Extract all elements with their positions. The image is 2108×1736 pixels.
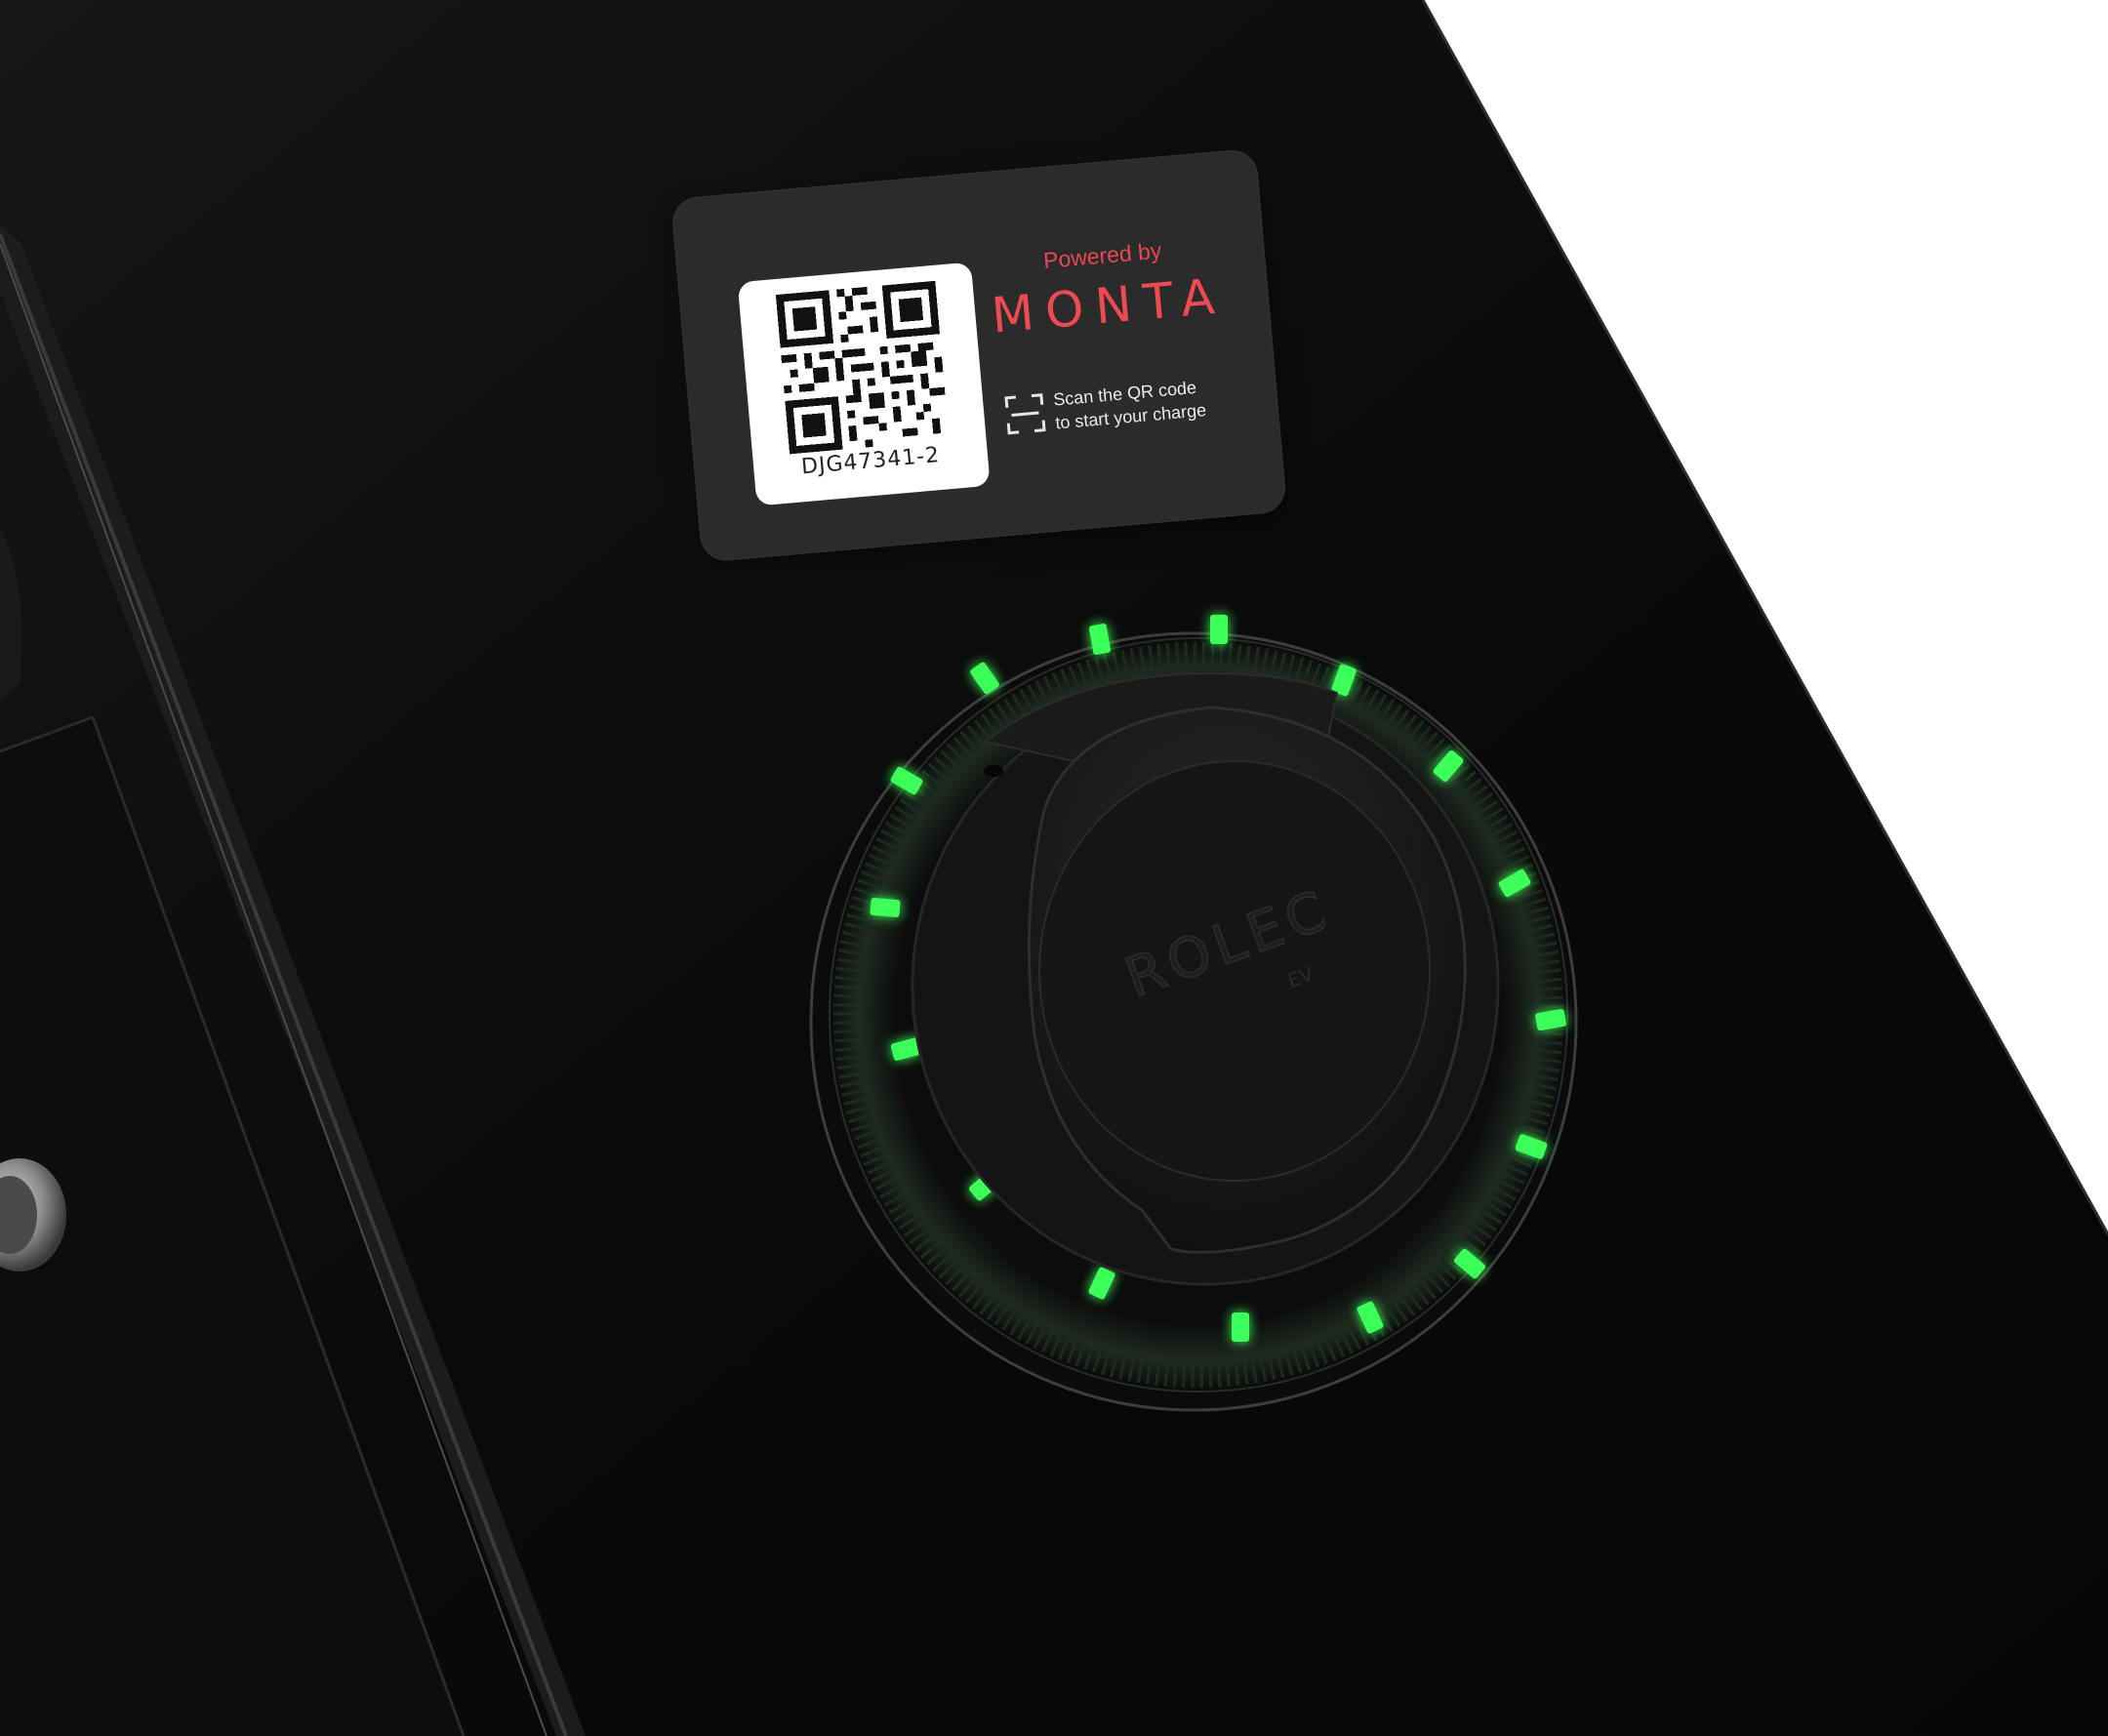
charging-socket[interactable]: ROLEC EV bbox=[0, 0, 2108, 1736]
product-scene: DJG47341-2 Powered by MONTA Scan the QR … bbox=[0, 0, 2108, 1736]
